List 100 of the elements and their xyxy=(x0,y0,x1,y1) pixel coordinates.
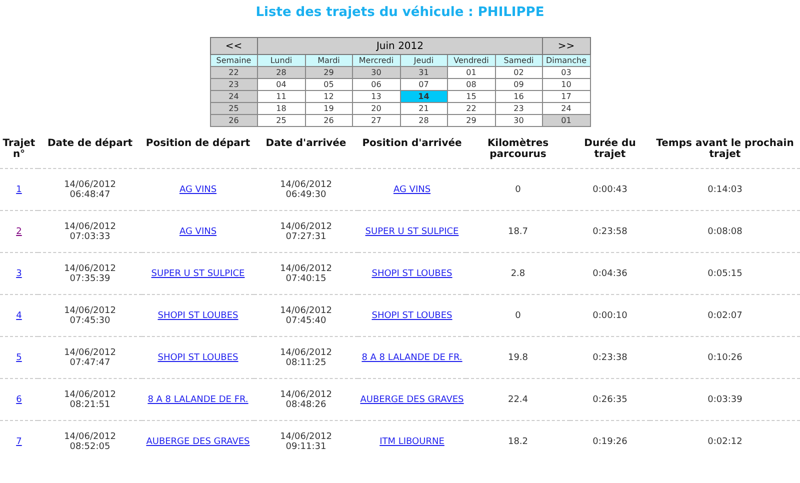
location-link[interactable]: SHOPI ST LOUBES xyxy=(158,352,238,362)
calendar-day[interactable]: 27 xyxy=(352,114,400,126)
distance-value: 0 xyxy=(515,310,521,320)
calendar-day[interactable]: 01 xyxy=(542,114,590,126)
calendar-day[interactable]: 28 xyxy=(400,114,448,126)
weekday-header: Mercredi xyxy=(352,54,400,66)
week-number: 23 xyxy=(210,78,258,90)
location-link[interactable]: 8 A 8 LALANDE DE FR. xyxy=(148,394,248,404)
distance-value: 18.2 xyxy=(508,436,528,446)
location-link[interactable]: AUBERGE DES GRAVES xyxy=(146,436,250,446)
trip-link[interactable]: 2 xyxy=(16,226,22,236)
week-header: Semaine xyxy=(210,54,258,66)
calendar-day[interactable]: 28 xyxy=(258,66,305,78)
trip-link[interactable]: 1 xyxy=(16,184,22,194)
trip-link[interactable]: 3 xyxy=(16,268,22,278)
duration-value: 0:23:38 xyxy=(592,352,628,362)
calendar-day[interactable]: 12 xyxy=(305,90,352,102)
column-header: Date d'arrivée xyxy=(254,138,358,168)
column-header: Position de départ xyxy=(142,138,254,168)
calendar-day[interactable]: 17 xyxy=(542,90,590,102)
trip-link[interactable]: 5 xyxy=(16,352,22,362)
arrival-date: 14/06/2012 09:11:31 xyxy=(280,432,332,452)
arrival-date: 14/06/2012 08:11:25 xyxy=(280,348,332,368)
column-header: Position d'arrivée xyxy=(358,138,466,168)
column-header: Kilomètres parcourus xyxy=(466,138,570,168)
calendar-day[interactable]: 02 xyxy=(495,66,542,78)
week-number: 25 xyxy=(210,102,258,114)
duration-value: 0:00:10 xyxy=(592,310,628,320)
departure-date: 14/06/2012 07:35:39 xyxy=(64,264,116,284)
location-link[interactable]: ITM LIBOURNE xyxy=(380,436,444,446)
location-link[interactable]: SHOPI ST LOUBES xyxy=(158,310,238,320)
calendar-day[interactable]: 13 xyxy=(352,90,400,102)
departure-date: 14/06/2012 07:03:33 xyxy=(64,222,116,242)
previous-month-button[interactable]: << xyxy=(210,38,258,54)
calendar-day[interactable]: 30 xyxy=(352,66,400,78)
time-until-next: 0:10:26 xyxy=(708,352,742,362)
calendar-day[interactable]: 05 xyxy=(305,78,352,90)
calendar-day[interactable]: 20 xyxy=(352,102,400,114)
weekday-header: Jeudi xyxy=(400,54,448,66)
departure-date: 14/06/2012 08:52:05 xyxy=(64,432,116,452)
calendar-day[interactable]: 01 xyxy=(448,66,495,78)
weekday-header: Dimanche xyxy=(542,54,590,66)
location-link[interactable]: AG VINS xyxy=(393,184,431,194)
trip-link[interactable]: 4 xyxy=(16,310,22,320)
calendar-day[interactable]: 04 xyxy=(258,78,305,90)
duration-value: 0:19:26 xyxy=(592,436,628,446)
calendar-day[interactable]: 03 xyxy=(542,66,590,78)
calendar-day[interactable]: 18 xyxy=(258,102,305,114)
trip-link[interactable]: 7 xyxy=(16,436,22,446)
arrival-date: 14/06/2012 07:27:31 xyxy=(280,222,332,242)
departure-date: 14/06/2012 07:45:30 xyxy=(64,306,116,326)
calendar-day[interactable]: 14 xyxy=(400,90,448,102)
calendar-day[interactable]: 06 xyxy=(352,78,400,90)
calendar-day[interactable]: 22 xyxy=(448,102,495,114)
calendar-day[interactable]: 23 xyxy=(495,102,542,114)
distance-value: 22.4 xyxy=(508,394,528,404)
location-link[interactable]: SUPER U ST SULPICE xyxy=(151,268,245,278)
distance-value: 2.8 xyxy=(510,268,526,278)
duration-value: 0:26:35 xyxy=(592,394,628,404)
trip-link[interactable]: 6 xyxy=(16,394,22,404)
calendar-day[interactable]: 07 xyxy=(400,78,448,90)
calendar-day[interactable]: 10 xyxy=(542,78,590,90)
location-link[interactable]: AG VINS xyxy=(179,226,217,236)
weekday-header: Vendredi xyxy=(448,54,495,66)
week-number: 26 xyxy=(210,114,258,126)
weekday-header: Lundi xyxy=(258,54,305,66)
calendar-day[interactable]: 16 xyxy=(495,90,542,102)
arrival-date: 14/06/2012 06:49:30 xyxy=(280,180,332,200)
calendar-day[interactable]: 08 xyxy=(448,78,495,90)
location-link[interactable]: AG VINS xyxy=(179,184,217,194)
calendar-day[interactable]: 15 xyxy=(448,90,495,102)
weekday-header: Mardi xyxy=(305,54,352,66)
calendar-day[interactable]: 29 xyxy=(448,114,495,126)
calendar-day[interactable]: 26 xyxy=(305,114,352,126)
column-header: Durée du trajet xyxy=(570,138,650,168)
time-until-next: 0:05:15 xyxy=(708,268,742,278)
duration-value: 0:23:58 xyxy=(592,226,628,236)
calendar-day[interactable]: 30 xyxy=(495,114,542,126)
calendar-day[interactable]: 31 xyxy=(400,66,448,78)
calendar-day[interactable]: 24 xyxy=(542,102,590,114)
column-header: Temps avant le prochain trajet xyxy=(650,138,800,168)
calendar-day[interactable]: 29 xyxy=(305,66,352,78)
column-header: Trajet n° xyxy=(0,138,38,168)
location-link[interactable]: SHOPI ST LOUBES xyxy=(372,310,452,320)
duration-value: 0:04:36 xyxy=(592,268,628,278)
calendar-day[interactable]: 09 xyxy=(495,78,542,90)
location-link[interactable]: SUPER U ST SULPICE xyxy=(365,226,459,236)
week-number: 22 xyxy=(210,66,258,78)
location-link[interactable]: SHOPI ST LOUBES xyxy=(372,268,452,278)
page-title: Liste des trajets du véhicule : PHILIPPE xyxy=(256,5,544,20)
arrival-date: 14/06/2012 07:40:15 xyxy=(280,264,332,284)
calendar-day[interactable]: 21 xyxy=(400,102,448,114)
calendar-day[interactable]: 11 xyxy=(258,90,305,102)
location-link[interactable]: AUBERGE DES GRAVES xyxy=(360,394,464,404)
next-month-button[interactable]: >> xyxy=(542,38,590,54)
calendar-day[interactable]: 19 xyxy=(305,102,352,114)
calendar-day[interactable]: 25 xyxy=(258,114,305,126)
distance-value: 18.7 xyxy=(508,226,528,236)
column-header: Date de départ xyxy=(38,138,142,168)
location-link[interactable]: 8 A 8 LALANDE DE FR. xyxy=(362,352,462,362)
